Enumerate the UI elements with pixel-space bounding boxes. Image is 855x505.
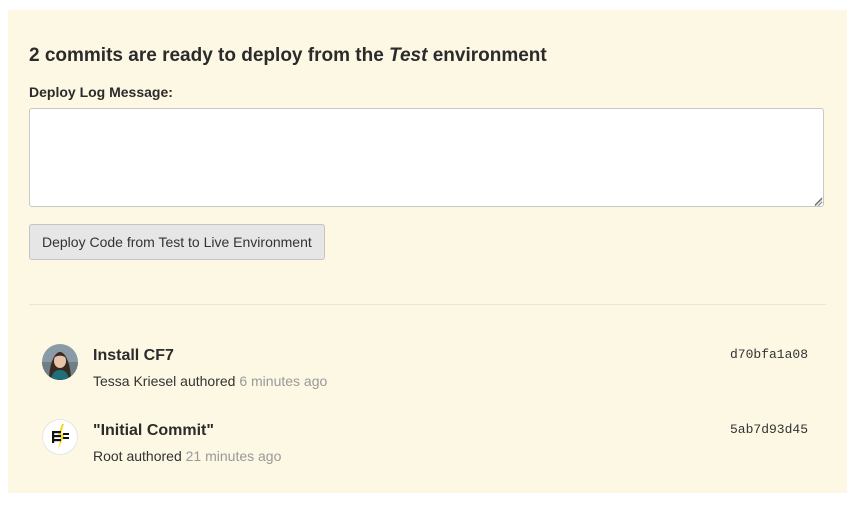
commit-author: Root — [93, 448, 123, 464]
commit-time: 6 minutes ago — [239, 373, 328, 389]
authored-text: authored — [122, 448, 186, 464]
resize-grip-icon[interactable] — [814, 198, 822, 206]
commit-title: "Initial Commit" — [93, 422, 214, 439]
heading-suffix: environment — [427, 45, 547, 66]
deploy-panel: 2 commits are ready to deploy from the T… — [8, 10, 847, 493]
commit-item: "Initial Commit" Root authored 21 minute… — [42, 418, 808, 470]
deploy-log-message-label: Deploy Log Message: — [29, 84, 173, 100]
commit-meta: Tessa Kriesel authored 6 minutes ago — [93, 373, 327, 389]
deploy-heading: 2 commits are ready to deploy from the T… — [29, 45, 547, 67]
heading-env-name: Test — [389, 45, 428, 66]
heading-prefix: 2 commits are ready to deploy from the — [29, 45, 390, 66]
commit-hash: 5ab7d93d45 — [729, 422, 808, 437]
deploy-log-message-input[interactable] — [29, 108, 824, 207]
divider — [29, 304, 826, 305]
user-photo-avatar — [42, 344, 78, 380]
commit-time: 21 minutes ago — [185, 448, 282, 464]
commit-hash: d70bfa1a08 — [729, 347, 808, 362]
commit-title: Install CF7 — [93, 347, 174, 364]
commit-meta: Root authored 21 minutes ago — [93, 448, 281, 464]
commit-item: Install CF7 Tessa Kriesel authored 6 min… — [42, 343, 808, 395]
pantheon-logo-avatar — [42, 419, 78, 455]
authored-text: authored — [176, 373, 240, 389]
deploy-code-button[interactable]: Deploy Code from Test to Live Environmen… — [29, 224, 325, 260]
commit-author: Tessa Kriesel — [93, 373, 177, 389]
